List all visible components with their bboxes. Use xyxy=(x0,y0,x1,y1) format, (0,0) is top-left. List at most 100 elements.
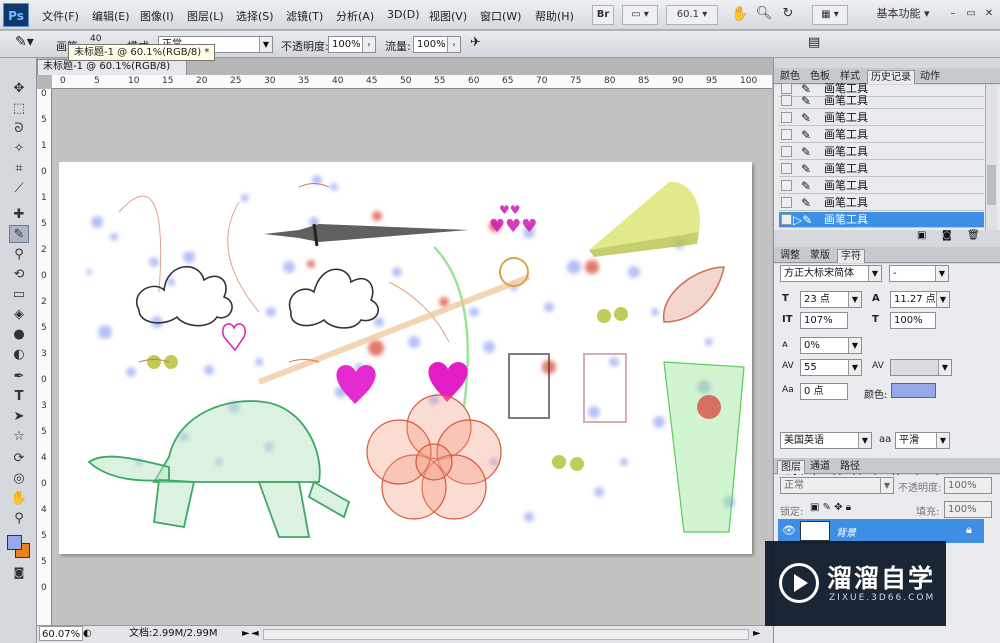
history-checkbox[interactable] xyxy=(781,214,792,225)
baseline-shift-input[interactable]: 0 点 xyxy=(800,383,848,400)
tab-character[interactable]: 字符 xyxy=(837,249,865,263)
history-row[interactable]: ✎ 画笔工具 xyxy=(779,144,984,160)
tracking-input[interactable]: 55 ▼ xyxy=(800,359,862,376)
menu-edit[interactable]: 编辑(E) xyxy=(92,8,130,24)
quick-mask-icon[interactable]: ◙ xyxy=(9,564,29,582)
paint-bucket-tool-icon[interactable]: ◈ xyxy=(9,306,29,324)
brush-panel-icon[interactable]: ▤ xyxy=(808,35,820,50)
blend-mode-select[interactable]: 正常 ▼ xyxy=(780,477,894,494)
eyedropper-tool-icon[interactable]: ⟋ xyxy=(9,180,29,198)
zoom-tool-icon[interactable]: ⚲ xyxy=(9,510,29,528)
brush-preset-icon[interactable]: ✎▾ xyxy=(15,34,34,50)
path-select-tool-icon[interactable]: ➤ xyxy=(9,408,29,426)
menu-file[interactable]: 文件(F) xyxy=(42,8,79,24)
antialias-select[interactable]: 平滑 ▼ xyxy=(895,432,950,449)
hand-tool-icon[interactable]: ✋ xyxy=(9,490,29,508)
document-tab[interactable]: 未标题-1 @ 60.1%(RGB/8) × xyxy=(37,59,187,86)
font-style-select[interactable]: - ▼ xyxy=(889,265,949,282)
clone-stamp-tool-icon[interactable]: ⚲ xyxy=(9,246,29,264)
restore-button[interactable]: ▭ xyxy=(964,5,978,25)
snapshot-icon[interactable]: ◙ xyxy=(942,230,952,241)
3d-orbit-tool-icon[interactable]: ◎ xyxy=(9,470,29,488)
move-tool-icon[interactable]: ✥ xyxy=(9,80,29,98)
document-canvas[interactable]: ♥♥♥ ♥♥ xyxy=(59,162,752,554)
history-row[interactable]: ✎ 画笔工具 xyxy=(779,127,984,143)
zoom-icon[interactable]: 🔍︎ xyxy=(754,5,774,25)
history-checkbox[interactable] xyxy=(781,95,792,106)
tab-masks[interactable]: 蒙版 xyxy=(807,249,833,263)
shape-tool-icon[interactable]: ☆ xyxy=(9,428,29,446)
layer-row-background[interactable]: 👁︎ 背景 🔒︎ xyxy=(778,519,984,543)
dodge-tool-icon[interactable]: ◐ xyxy=(9,346,29,364)
history-brush-tool-icon[interactable]: ⟲ xyxy=(9,266,29,284)
blur-tool-icon[interactable]: ● xyxy=(9,326,29,344)
menu-filter[interactable]: 滤镜(T) xyxy=(286,8,323,24)
canvas-area[interactable]: ♥♥♥ ♥♥ xyxy=(52,89,772,625)
magic-wand-tool-icon[interactable]: ✧ xyxy=(9,140,29,158)
workspace-switcher[interactable]: 基本功能 ▾ xyxy=(868,5,938,25)
history-checkbox[interactable] xyxy=(781,146,792,157)
font-size-input[interactable]: 23 点 ▼ xyxy=(800,291,862,308)
history-row[interactable]: ✎ 画笔工具 xyxy=(779,93,984,109)
lasso-tool-icon[interactable]: ᘐ xyxy=(9,120,29,138)
airbrush-icon[interactable]: ✈ xyxy=(470,35,481,50)
kerning-input[interactable]: ▼ xyxy=(890,359,952,376)
3d-rotate-tool-icon[interactable]: ⟳ xyxy=(9,450,29,468)
leading-input[interactable]: 11.27 点 ▼ xyxy=(890,291,950,308)
arrange-documents-button[interactable]: ▦ ▾ xyxy=(812,5,848,25)
menu-select[interactable]: 选择(S) xyxy=(236,8,274,24)
menu-image[interactable]: 图像(I) xyxy=(140,8,174,24)
menu-help[interactable]: 帮助(H) xyxy=(535,8,574,24)
screen-mode-button[interactable]: ▭ ▾ xyxy=(622,5,658,25)
history-checkbox[interactable] xyxy=(781,129,792,140)
trash-icon[interactable]: 🗑︎ xyxy=(967,230,980,241)
vertical-scale-input[interactable]: 107% xyxy=(800,312,848,329)
menu-3d[interactable]: 3D(D) xyxy=(387,8,420,21)
horizontal-scroll-left-icon[interactable]: ◄ xyxy=(251,626,259,642)
healing-brush-tool-icon[interactable]: ✚ xyxy=(9,206,29,224)
crop-tool-icon[interactable]: ⌗ xyxy=(9,160,29,178)
zoom-level-dropdown[interactable]: 60.1 ▾ xyxy=(666,5,718,25)
rotate-view-icon[interactable]: ↻ xyxy=(778,5,798,25)
tab-channels[interactable]: 通道 xyxy=(807,460,833,474)
horizontal-scale-input[interactable]: 100% xyxy=(890,312,936,329)
brush-size-preview[interactable]: 40 xyxy=(90,34,101,44)
history-row[interactable]: ✎ 画笔工具 xyxy=(779,110,984,126)
status-info-icon[interactable]: ◐ xyxy=(83,626,92,642)
brush-tool-icon[interactable]: ✎ xyxy=(9,225,29,243)
pen-tool-icon[interactable]: ✒ xyxy=(9,368,29,386)
menu-window[interactable]: 窗口(W) xyxy=(480,8,521,24)
history-row[interactable]: ✎ 画笔工具 xyxy=(779,178,984,194)
opacity-input[interactable]: 100% › xyxy=(328,36,376,53)
menu-view[interactable]: 视图(V) xyxy=(429,8,467,24)
eye-icon[interactable]: 👁︎ xyxy=(782,524,796,537)
bridge-button[interactable]: Br xyxy=(592,5,614,25)
history-row[interactable]: ✎ 画笔工具 xyxy=(779,195,984,211)
scroll-thumb[interactable] xyxy=(987,165,996,205)
history-row-selected[interactable]: ▷✎ 画笔工具 xyxy=(779,212,984,228)
status-zoom[interactable]: 60.07% xyxy=(39,626,84,641)
eraser-tool-icon[interactable]: ▭ xyxy=(9,286,29,304)
history-checkbox[interactable] xyxy=(781,180,792,191)
tab-layers[interactable]: 图层 xyxy=(777,460,805,474)
status-menu-arrow-icon[interactable]: ► xyxy=(242,626,250,642)
layer-opacity-input[interactable]: 100% xyxy=(944,477,992,494)
history-checkbox[interactable] xyxy=(781,163,792,174)
tab-paths[interactable]: 路径 xyxy=(837,460,863,474)
tab-adjustments[interactable]: 调整 xyxy=(777,249,803,263)
history-checkbox[interactable] xyxy=(781,197,792,208)
history-row[interactable]: ✎ 画笔工具 xyxy=(779,161,984,177)
history-checkbox[interactable] xyxy=(781,112,792,123)
menu-layer[interactable]: 图层(L) xyxy=(187,8,224,24)
close-window-button[interactable]: ✕ xyxy=(982,5,996,25)
language-select[interactable]: 美国英语 ▼ xyxy=(780,432,872,449)
type-tool-icon[interactable]: T xyxy=(9,388,29,406)
hand-icon[interactable]: ✋ xyxy=(730,5,750,25)
text-color-swatch[interactable] xyxy=(891,383,936,398)
horizontal-scroll-right-icon[interactable]: ► xyxy=(753,626,761,642)
new-document-from-state-icon[interactable]: ▣ xyxy=(917,230,926,241)
menu-analysis[interactable]: 分析(A) xyxy=(336,8,374,24)
fill-input[interactable]: 100% xyxy=(944,501,992,518)
marquee-tool-icon[interactable]: ⬚ xyxy=(9,100,29,118)
font-family-select[interactable]: 方正大标宋简体 ▼ xyxy=(780,265,882,282)
